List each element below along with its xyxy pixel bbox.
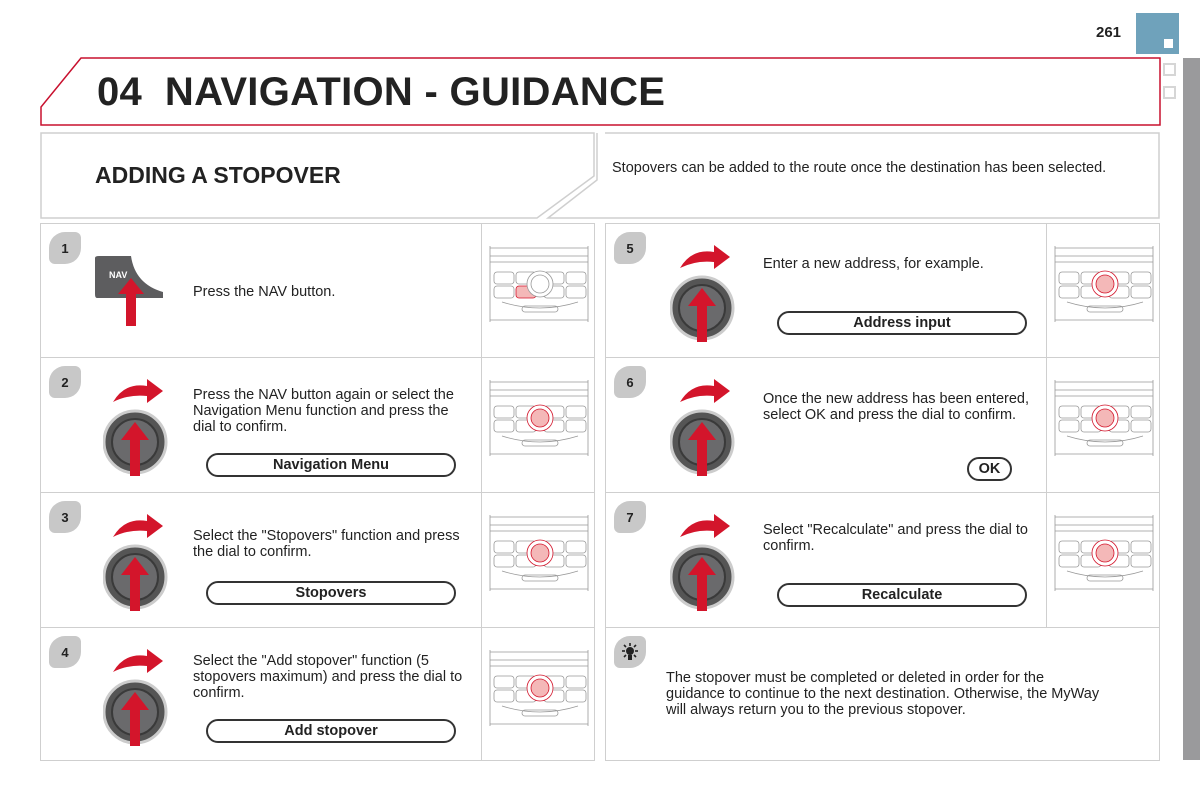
step-number-badge: 4 <box>49 636 81 668</box>
menu-option-button: Stopovers <box>206 581 456 605</box>
section-intro: Stopovers can be added to the route once… <box>612 160 1107 176</box>
chapter-number: 04 <box>97 70 143 114</box>
rotate-arrow-icon <box>113 649 163 673</box>
dial-icon <box>669 374 740 484</box>
tab-marker-empty <box>1163 63 1176 76</box>
menu-option-button: Add stopover <box>206 719 456 743</box>
rotate-arrow-icon <box>680 245 730 269</box>
side-bar <box>1183 58 1200 760</box>
menu-option-button: OK <box>967 457 1012 481</box>
step-panel: 1 NAV Press the NAV button. <box>40 223 595 358</box>
step-panel: 6 Once the new address has been entered, … <box>605 357 1160 493</box>
dial-icon <box>669 509 740 619</box>
page-number: 261 <box>1096 24 1122 41</box>
rotate-arrow-icon <box>113 379 163 403</box>
console-illustration <box>481 628 596 760</box>
dial-icon <box>102 509 173 619</box>
step-instruction: Select the "Stopovers" function and pres… <box>193 528 460 560</box>
nav-label: NAV <box>109 270 127 280</box>
lightbulb-icon <box>614 636 646 668</box>
rotate-arrow-icon <box>680 379 730 403</box>
console-illustration <box>1046 224 1161 357</box>
menu-option-button: Address input <box>777 311 1027 335</box>
step-number-badge: 7 <box>614 501 646 533</box>
menu-option-button: Recalculate <box>777 583 1027 607</box>
step-number-badge: 3 <box>49 501 81 533</box>
console-illustration <box>1046 493 1161 627</box>
step-instruction: Press the NAV button. <box>193 284 336 300</box>
step-instruction: Press the NAV button again or select the… <box>193 387 454 435</box>
step-number-badge: 6 <box>614 366 646 398</box>
step-number-badge: 2 <box>49 366 81 398</box>
chapter-title-text: NAVIGATION - GUIDANCE <box>164 70 666 114</box>
dial-icon <box>669 240 740 350</box>
console-illustration <box>1046 358 1161 492</box>
step-number-badge: 5 <box>614 232 646 264</box>
rotate-arrow-icon <box>680 514 730 538</box>
section-title: ADDING A STOPOVER <box>95 162 341 188</box>
tip-text: The stopover must be completed or delete… <box>666 670 1100 718</box>
chapter-tab-marker <box>1136 13 1179 54</box>
step-panel: 7 Select "Recalculate" and press the dial… <box>605 492 1160 628</box>
console-illustration <box>481 358 596 492</box>
tab-marker-empty <box>1163 86 1176 99</box>
step-instruction: Enter a new address, for example. <box>763 256 984 272</box>
step-instruction: Once the new address has been entered, s… <box>763 391 1030 423</box>
dial-icon <box>102 374 173 484</box>
step-panel: 3 Select the "Stopovers" function and pre… <box>40 492 595 628</box>
step-panel: 5 Enter a new address, for example. Addres… <box>605 223 1160 358</box>
step-instruction: Select "Recalculate" and press the dial … <box>763 522 1029 554</box>
step-number-badge: 1 <box>49 232 81 264</box>
nav-button-icon: NAV <box>93 254 165 334</box>
rotate-arrow-icon <box>113 514 163 538</box>
chapter-title: 04 NAVIGATION - GUIDANCE <box>97 70 665 115</box>
menu-option-button: Navigation Menu <box>206 453 456 477</box>
step-panel: 4 Select the "Add stopover" function (5 s… <box>40 627 595 761</box>
console-illustration <box>481 493 596 627</box>
step-instruction: Select the "Add stopover" function (5 st… <box>193 653 463 701</box>
console-illustration <box>481 224 596 357</box>
dial-icon <box>102 644 173 754</box>
step-panel: 2 Press the NAV button again or select th… <box>40 357 595 493</box>
